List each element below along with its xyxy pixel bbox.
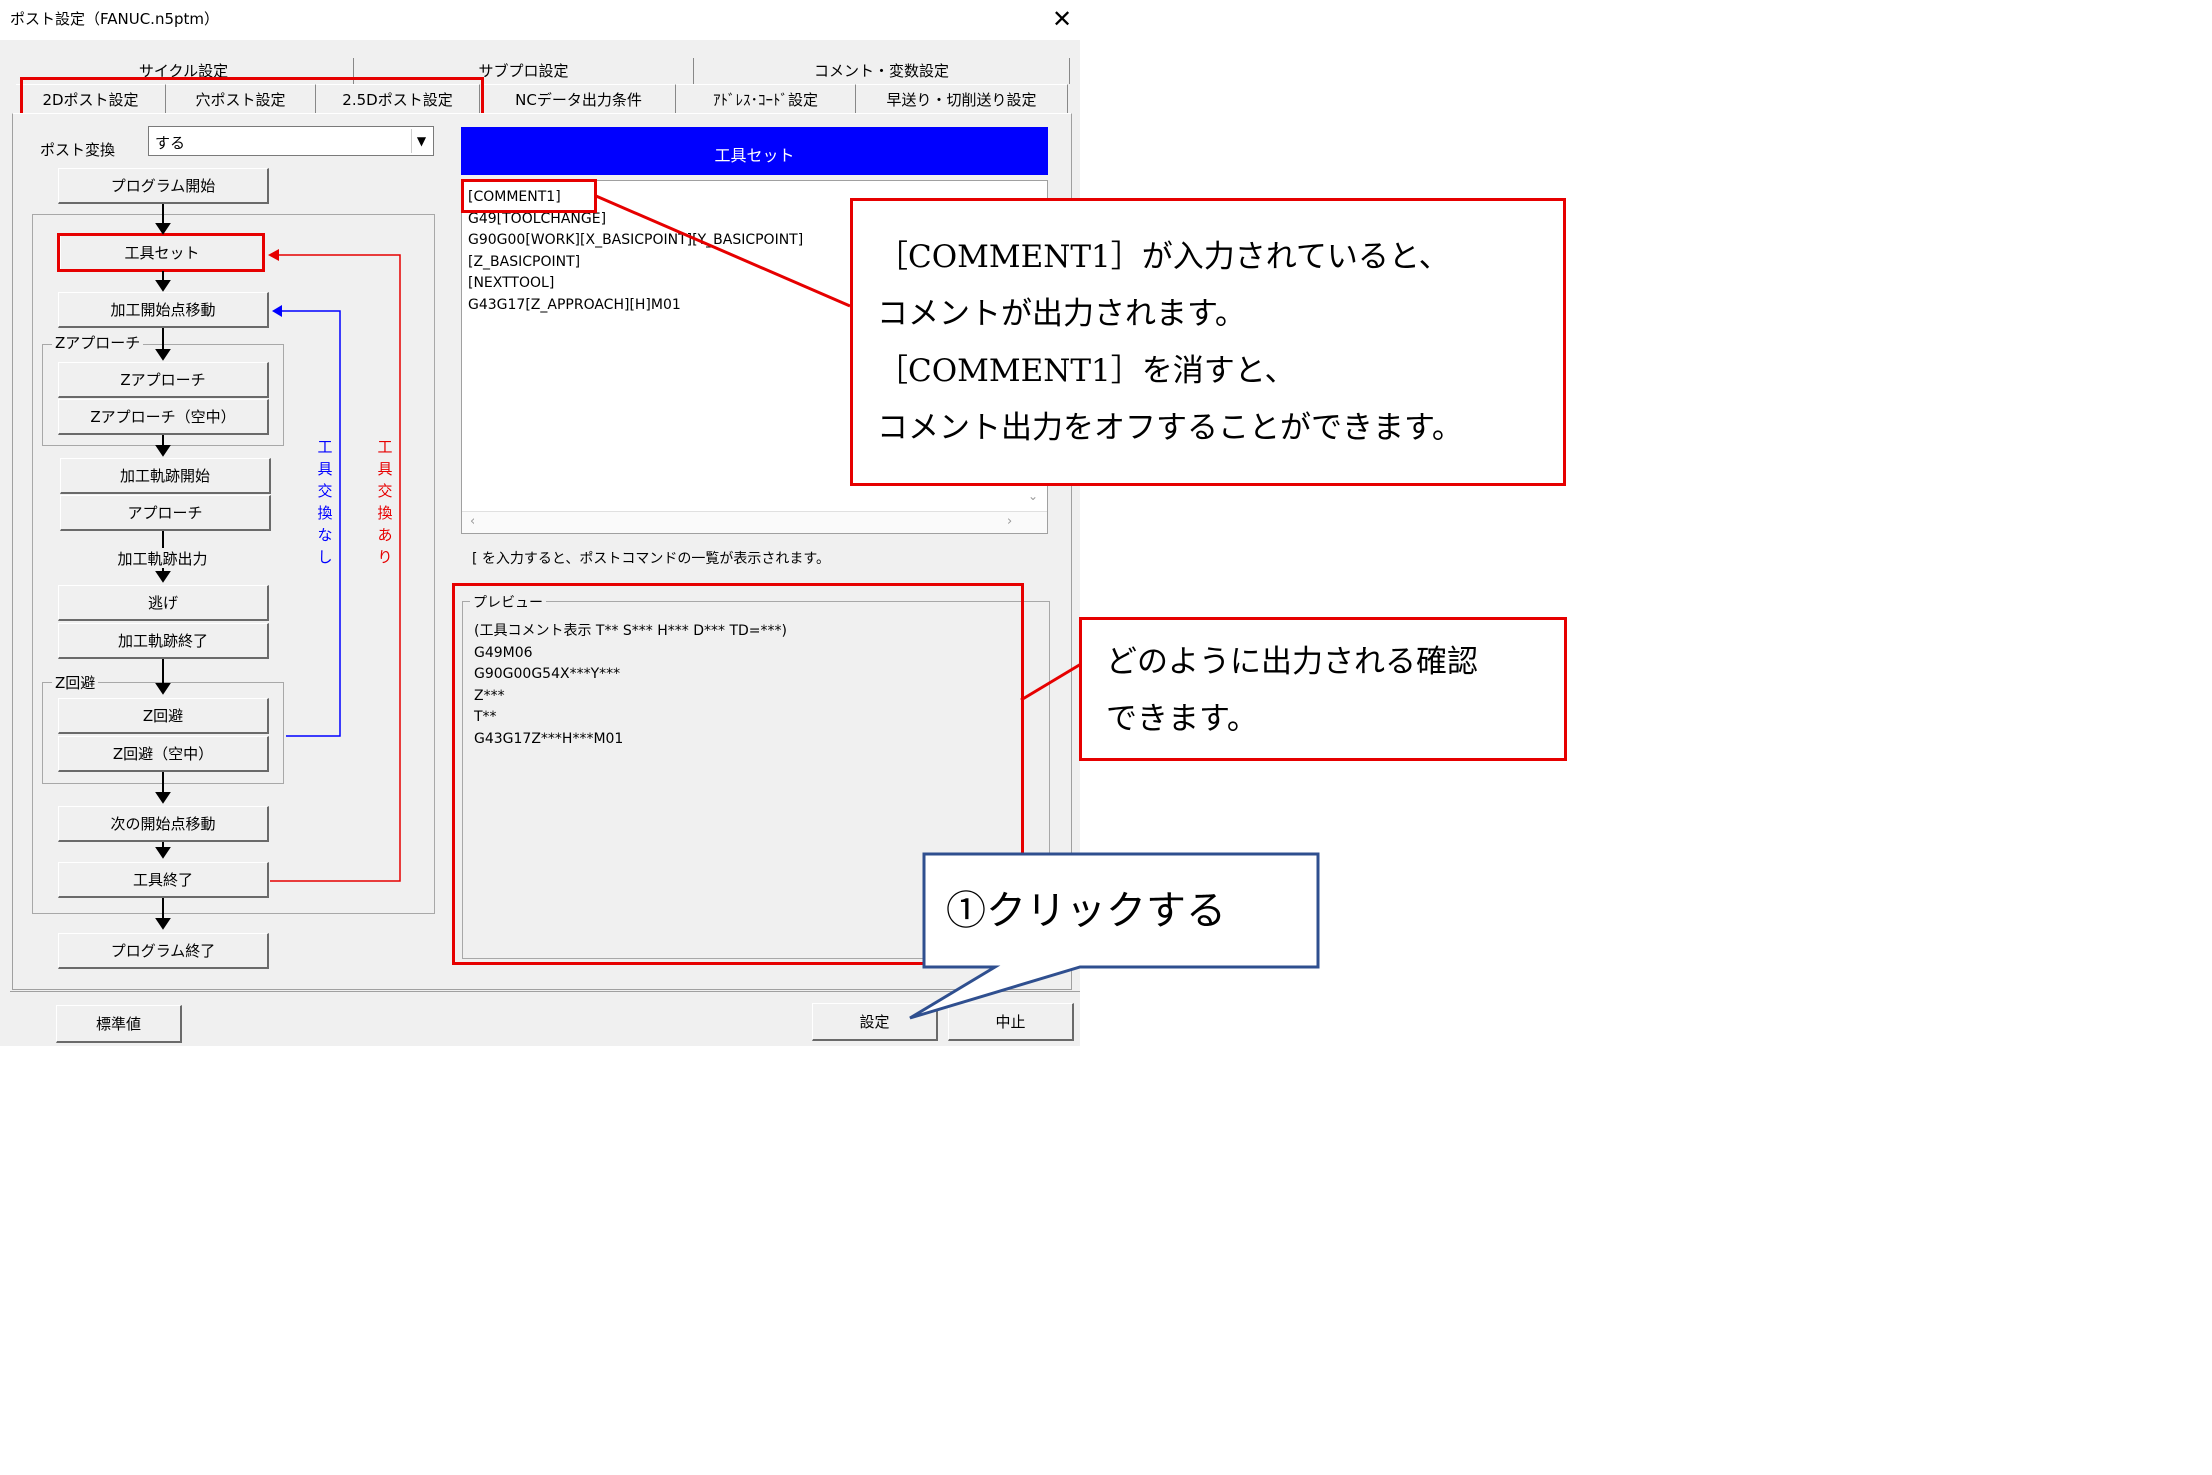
comment-note-callout: ［COMMENT1］が入力されていると、 コメントが出力されます。 ［COMME… xyxy=(850,198,1566,486)
preview-note-callout: どのように出力される確認 できます。 xyxy=(1079,617,1567,761)
comment-note-line: ［COMMENT1］が入力されていると、 xyxy=(877,239,1450,275)
preview-note-line: できます。 xyxy=(1106,701,1258,737)
comment-note-line: コメント出力をオフすることができます。 xyxy=(877,410,1463,446)
comment-note-line: コメントが出力されます。 xyxy=(877,296,1246,332)
comment-note-line: ［COMMENT1］を消すと、 xyxy=(877,353,1296,389)
preview-note-line: どのように出力される確認 xyxy=(1106,644,1478,680)
annotation-connectors xyxy=(595,194,1082,702)
click-note-text: ①クリックする xyxy=(946,888,1226,934)
